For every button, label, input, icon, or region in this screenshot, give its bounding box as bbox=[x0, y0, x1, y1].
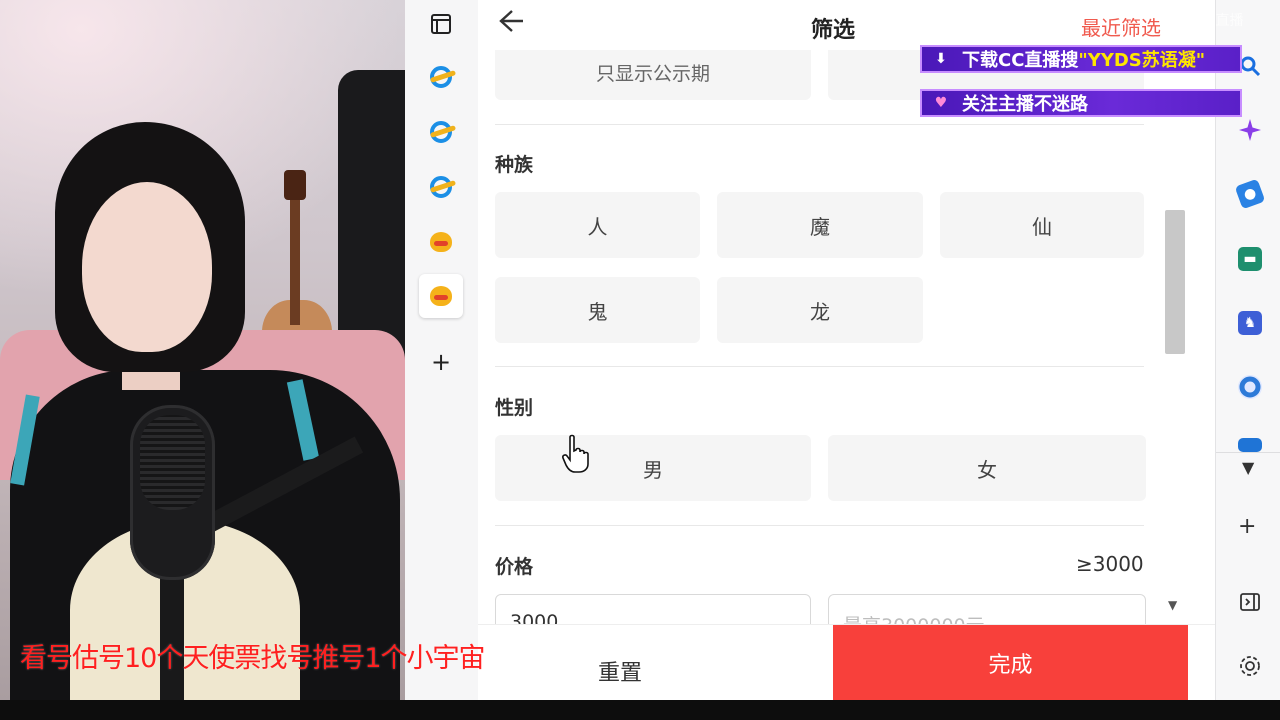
plus-icon: + bbox=[430, 348, 452, 376]
panel-toggle-icon[interactable] bbox=[1238, 590, 1262, 614]
divider bbox=[495, 366, 1144, 367]
toolbox-icon[interactable]: ▬ bbox=[1238, 247, 1262, 271]
ie-icon bbox=[430, 121, 452, 143]
race-chip-immortal[interactable]: 仙 bbox=[940, 192, 1144, 258]
hand-cursor-icon bbox=[562, 434, 589, 473]
race-chip-demon[interactable]: 魔 bbox=[717, 192, 923, 258]
reset-button[interactable]: 重置 bbox=[598, 655, 642, 687]
stream-caption: 看号估号10个天使票找号推号1个小宇宙 bbox=[20, 643, 486, 674]
recent-filter-link[interactable]: 最近筛选 bbox=[1081, 12, 1161, 41]
ie-icon bbox=[430, 66, 452, 88]
scroll-down-arrow-icon[interactable]: ▼ bbox=[1168, 598, 1177, 612]
heart-icon: ♥ bbox=[934, 95, 948, 111]
chip-show-public[interactable]: 只显示公示期 bbox=[495, 44, 811, 100]
chess-icon[interactable]: ♞ bbox=[1238, 311, 1262, 335]
rail-tab-5-active[interactable] bbox=[419, 274, 463, 318]
settings-icon[interactable] bbox=[1238, 654, 1262, 678]
streamer-face bbox=[82, 182, 212, 352]
promo-download-banner: ⬇ 下载CC直播搜 "YYDS苏语凝" bbox=[920, 45, 1242, 73]
price-range-label: ≥3000 bbox=[1076, 552, 1144, 576]
webcam-video bbox=[0, 0, 405, 700]
section-title-gender: 性别 bbox=[495, 397, 534, 419]
dropdown-icon[interactable]: ▼ bbox=[1242, 460, 1254, 476]
panel-footer: 重置 完成 bbox=[478, 624, 1215, 700]
promo-follow-text: 关注主播不迷路 bbox=[962, 94, 1088, 115]
rail-tab-1[interactable] bbox=[419, 55, 463, 99]
section-title-price: 价格 bbox=[495, 556, 534, 578]
rail-tab-2[interactable] bbox=[419, 110, 463, 154]
tag-icon[interactable]: ● bbox=[1234, 178, 1266, 210]
race-chip-dragon[interactable]: 龙 bbox=[717, 277, 923, 343]
race-chip-ghost[interactable]: 鬼 bbox=[495, 277, 700, 343]
tab-panel-icon bbox=[431, 14, 451, 34]
office-icon[interactable] bbox=[1238, 375, 1262, 399]
section-title-race: 种族 bbox=[495, 154, 534, 176]
outlook-icon[interactable] bbox=[1238, 438, 1262, 452]
rail-tab-4[interactable] bbox=[419, 220, 463, 264]
promo-follow-banner: ♥ 关注主播不迷路 bbox=[920, 89, 1242, 117]
promo-download-highlight: "YYDS苏语凝" bbox=[1078, 50, 1206, 71]
race-chip-human[interactable]: 人 bbox=[495, 192, 700, 258]
scrollbar-thumb[interactable] bbox=[1165, 210, 1185, 354]
panel-header: 筛选 最近筛选 bbox=[478, 0, 1215, 50]
mic-stand bbox=[160, 570, 184, 700]
guitar-head bbox=[284, 170, 306, 200]
gender-chip-female[interactable]: 女 bbox=[828, 435, 1146, 501]
download-icon: ⬇ bbox=[935, 51, 947, 67]
divider bbox=[495, 525, 1144, 526]
done-button[interactable]: 完成 bbox=[833, 625, 1188, 700]
microphone-mesh bbox=[140, 415, 205, 510]
sparkle-icon[interactable] bbox=[1238, 118, 1262, 142]
divider bbox=[495, 124, 1144, 125]
rail-tab-3[interactable] bbox=[419, 165, 463, 209]
plus-icon[interactable]: + bbox=[1238, 516, 1256, 538]
cc-watermark: CC直播 bbox=[1196, 13, 1244, 29]
sidebar-divider bbox=[1216, 452, 1280, 453]
chick-icon bbox=[430, 232, 452, 252]
hanging-coat bbox=[338, 70, 405, 370]
gender-chip-male[interactable]: 男 bbox=[495, 435, 811, 501]
new-tab-button[interactable]: + bbox=[419, 340, 463, 384]
ie-icon bbox=[430, 176, 452, 198]
tab-panel-button[interactable] bbox=[419, 2, 463, 46]
browser-left-rail: + bbox=[405, 0, 479, 700]
promo-download-text: 下载CC直播搜 bbox=[962, 50, 1079, 71]
chick-icon bbox=[430, 286, 452, 306]
